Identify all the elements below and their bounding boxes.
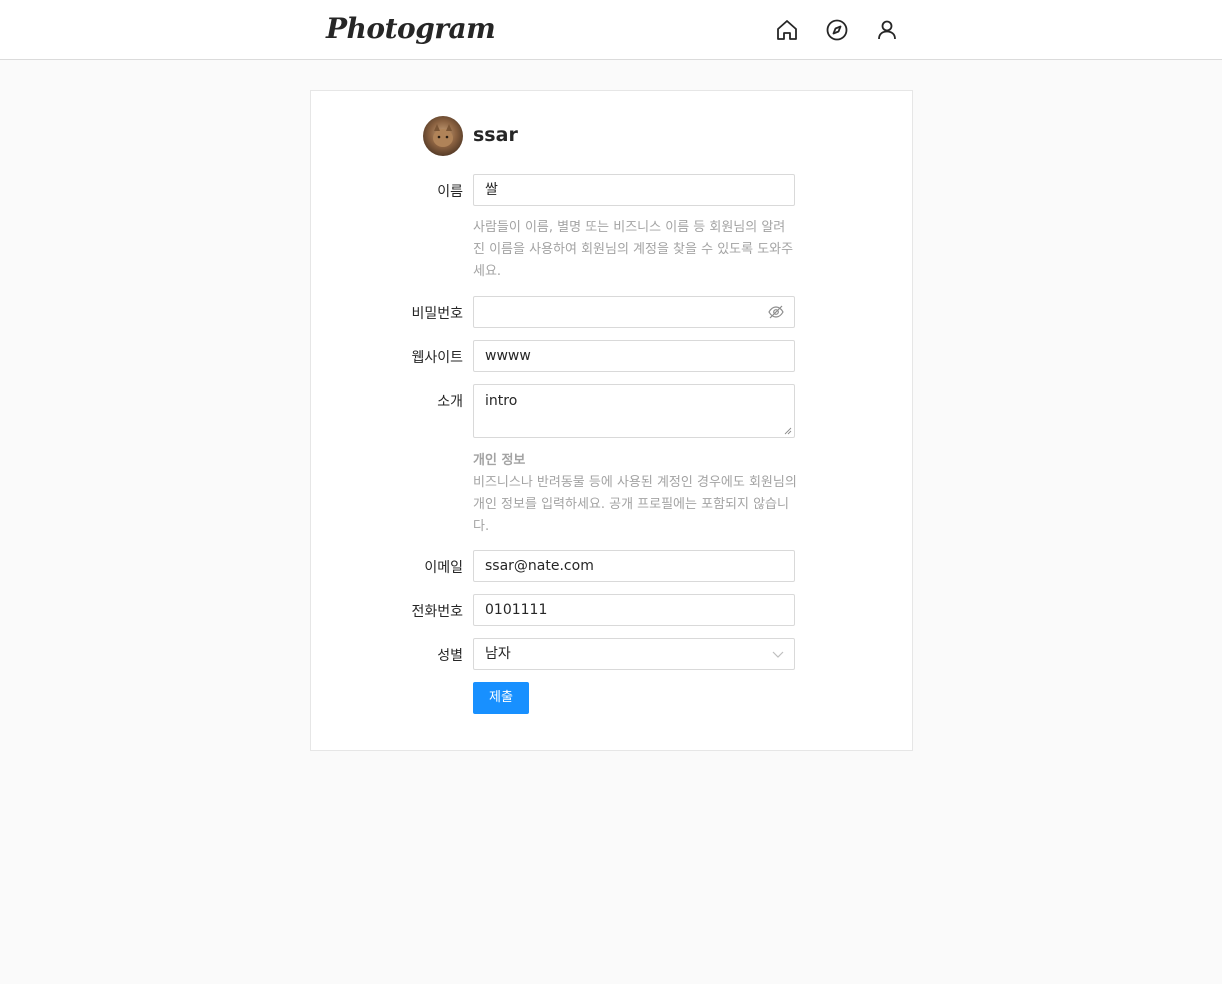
email-label: 이메일: [424, 560, 463, 576]
gender-select[interactable]: 남자: [473, 638, 795, 670]
bio-textarea[interactable]: intro: [473, 384, 795, 438]
eye-invisible-icon[interactable]: [768, 305, 784, 319]
profile-user-icon[interactable]: [874, 17, 900, 43]
home-icon[interactable]: [774, 17, 800, 43]
bio-value: intro: [485, 393, 518, 409]
name-input[interactable]: 쌀: [473, 174, 795, 206]
name-helper-text: 사람들이 이름, 별명 또는 비즈니스 이름 등 회원님의 알려진 이름을 사용…: [473, 220, 794, 279]
logo[interactable]: Photogram: [326, 12, 496, 45]
submit-button[interactable]: 제출: [473, 682, 529, 714]
explore-compass-icon[interactable]: [824, 17, 850, 43]
private-info-section: 개인 정보 비즈니스나 반려동물 등에 사용된 계정인 경우에도 회원님의 개인…: [473, 450, 797, 538]
gender-label: 성별: [437, 648, 463, 664]
password-input[interactable]: [473, 296, 795, 328]
phone-label: 전화번호: [411, 604, 463, 620]
password-label: 비밀번호: [411, 306, 463, 322]
bio-label: 소개: [437, 394, 463, 410]
resize-handle-icon[interactable]: [784, 427, 792, 435]
gender-selected-value: 남자: [485, 646, 511, 662]
chevron-down-icon: [772, 651, 784, 658]
avatar[interactable]: [423, 116, 463, 156]
private-info-helper-text: 비즈니스나 반려동물 등에 사용된 계정인 경우에도 회원님의 개인 정보를 입…: [473, 475, 797, 534]
website-label: 웹사이트: [411, 350, 463, 366]
email-input[interactable]: ssar@nate.com: [473, 550, 795, 582]
profile-username: ssar: [473, 124, 518, 146]
website-input[interactable]: wwww: [473, 340, 795, 372]
name-label: 이름: [437, 184, 463, 200]
private-info-title: 개인 정보: [473, 453, 526, 468]
phone-input[interactable]: 0101111: [473, 594, 795, 626]
top-navigation-bar: Photogram: [0, 0, 1222, 60]
